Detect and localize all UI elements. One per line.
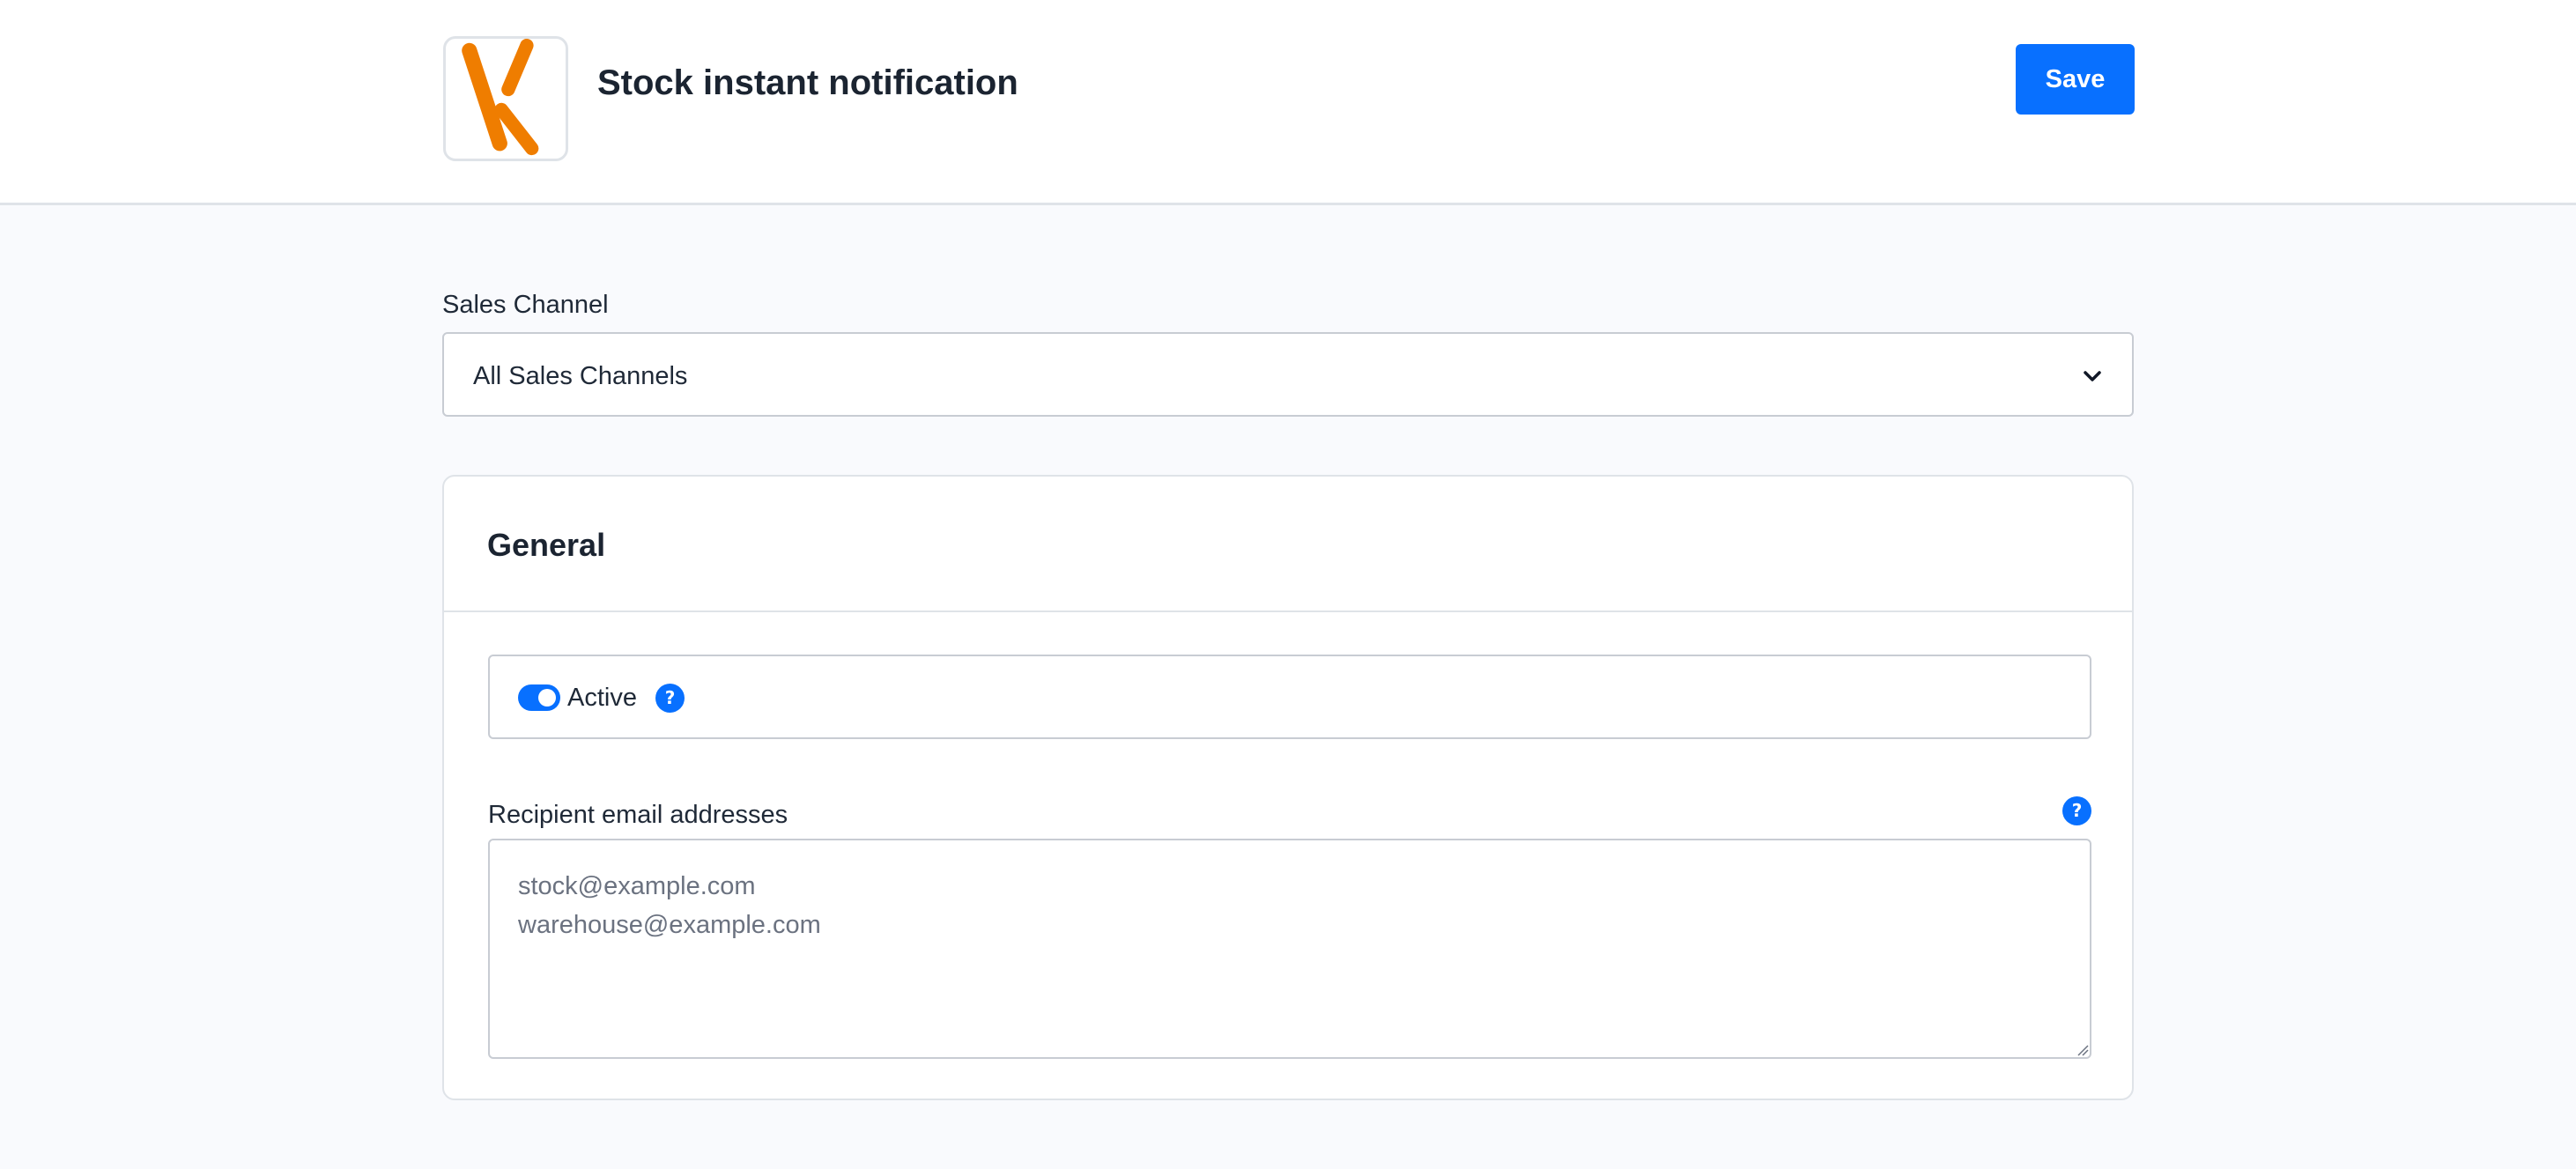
recipient-email-label: Recipient email addresses	[488, 801, 788, 829]
general-card: General Active ? Recipient email address…	[442, 475, 2134, 1100]
app-logo	[443, 36, 568, 161]
recipient-help-icon[interactable]: ?	[2062, 796, 2091, 825]
orange-x-logo-icon	[462, 39, 539, 156]
chevron-down-icon	[2084, 371, 2101, 381]
general-card-header: General	[444, 477, 2132, 612]
active-label: Active	[567, 684, 637, 712]
active-toggle[interactable]	[518, 684, 560, 711]
save-button[interactable]: Save	[2016, 44, 2135, 115]
app-header: Stock instant notification Save	[0, 0, 2576, 205]
active-toggle-row: Active ?	[488, 655, 2091, 739]
general-card-title: General	[487, 527, 606, 563]
active-help-icon[interactable]: ?	[655, 684, 685, 713]
toggle-knob	[538, 689, 556, 707]
sales-channel-selected-value: All Sales Channels	[473, 362, 688, 390]
resize-handle-icon[interactable]	[2076, 1044, 2089, 1056]
page-title: Stock instant notification	[597, 63, 1018, 102]
recipient-email-textarea[interactable]	[488, 839, 2091, 1059]
sales-channel-label: Sales Channel	[442, 291, 609, 319]
sales-channel-select[interactable]: All Sales Channels	[442, 332, 2134, 417]
